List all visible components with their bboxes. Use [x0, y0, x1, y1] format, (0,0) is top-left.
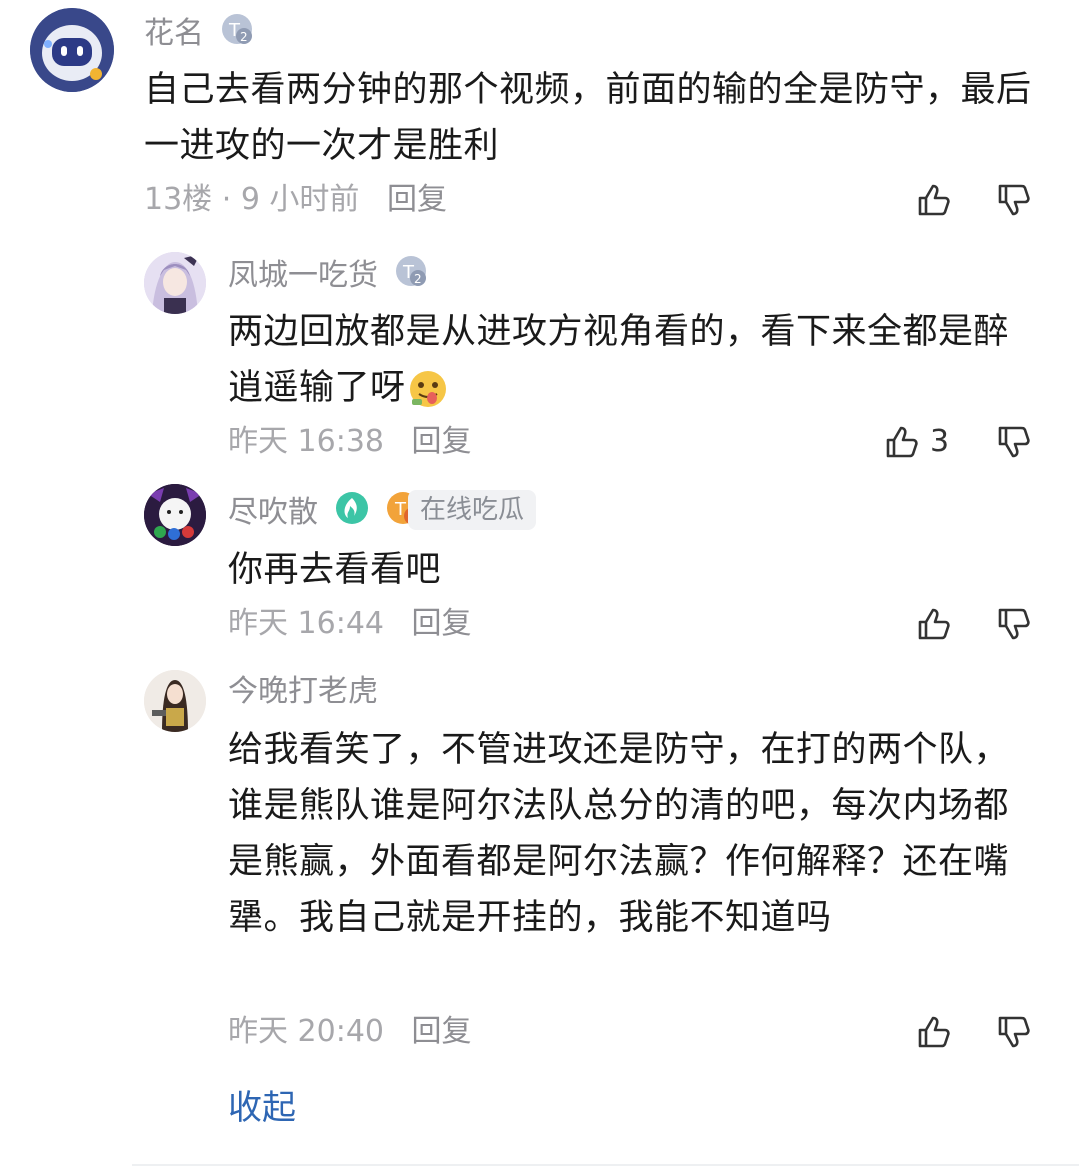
username[interactable]: 花名 T2: [144, 12, 254, 57]
username[interactable]: 凤城一吃货 T2: [228, 254, 428, 299]
comment-text: 两边回放都是从进攻方视角看的，看下来全都是醉逍遥输了呀: [228, 312, 1010, 409]
comment-meta: 13楼 · 9 小时前 回复: [144, 182, 447, 217]
thumbs-down-icon: [998, 426, 1030, 458]
thumbs-up-icon: [918, 608, 950, 640]
like-button[interactable]: [914, 1012, 954, 1052]
like-button[interactable]: [914, 604, 954, 644]
dislike-button[interactable]: [994, 604, 1034, 644]
avatar[interactable]: [144, 670, 206, 732]
thumbs-down-icon: [998, 1016, 1030, 1048]
timestamp: 昨天 20:40: [228, 1014, 384, 1049]
flame-badge-icon: [334, 490, 370, 537]
divider: [132, 1164, 1079, 1166]
avatar[interactable]: [144, 252, 206, 314]
face-with-tongue-icon: [408, 369, 448, 409]
timestamp: 昨天 16:38: [228, 424, 384, 459]
collapse-replies-button[interactable]: 收起: [228, 1086, 296, 1130]
timestamp: 昨天 16:44: [228, 606, 384, 641]
thumbs-up-icon: [886, 426, 918, 458]
timestamp: 9 小时前: [240, 182, 360, 217]
thumbs-up-icon: [918, 184, 950, 216]
reply-button[interactable]: 回复: [412, 424, 472, 459]
like-count: 3: [930, 424, 950, 459]
thumbs-down-icon: [998, 608, 1030, 640]
user-tag: 在线吃瓜: [408, 490, 537, 530]
like-button[interactable]: [914, 180, 954, 220]
dislike-button[interactable]: [994, 1012, 1034, 1052]
dislike-button[interactable]: [994, 422, 1034, 462]
username[interactable]: 今晚打老虎: [228, 672, 378, 712]
svg-text:2: 2: [414, 272, 422, 286]
dislike-button[interactable]: [994, 180, 1034, 220]
avatar[interactable]: [30, 8, 114, 92]
like-button[interactable]: [882, 422, 922, 462]
avatar[interactable]: [144, 484, 206, 546]
level-badge-icon: T2: [220, 12, 254, 57]
comment-meta: 昨天 16:44 回复: [228, 604, 472, 644]
reply-button[interactable]: 回复: [387, 182, 447, 217]
username[interactable]: 尽吹散 T8: [228, 490, 425, 537]
comment-meta: 昨天 20:40 回复: [228, 1012, 472, 1052]
svg-text:2: 2: [240, 30, 248, 44]
comment-text: 自己去看两分钟的那个视频，前面的输的全是防守，最后一进攻的一次才是胜利: [144, 70, 1032, 166]
comment-text: 给我看笑了，不管进攻还是防守，在打的两个队，谁是熊队谁是阿尔法队总分的清的吧，每…: [228, 730, 1010, 938]
comment-meta: 昨天 16:38 回复: [228, 422, 472, 462]
reply-button[interactable]: 回复: [412, 606, 472, 641]
level-badge-icon: T2: [394, 254, 428, 299]
reply-button[interactable]: 回复: [412, 1014, 472, 1049]
floor-number: 13楼: [144, 182, 213, 217]
thumbs-up-icon: [918, 1016, 950, 1048]
thumbs-down-icon: [998, 184, 1030, 216]
comment-text: 你再去看看吧: [228, 550, 442, 590]
